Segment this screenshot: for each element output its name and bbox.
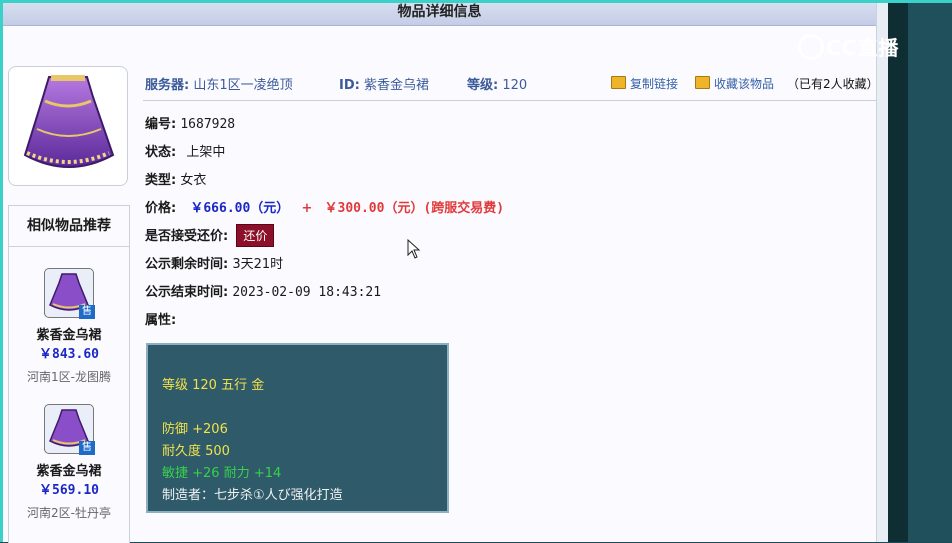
level-value: 120 (502, 78, 528, 93)
sale-badge: 售 (79, 305, 95, 319)
favorite-count: （已有2人收藏） (787, 77, 879, 91)
stream-watermark: CC直播 (798, 32, 928, 66)
side-panel-dark (888, 3, 908, 542)
list-item[interactable]: 售 紫香金乌裙 ￥569.10 河南2区-牡丹亭 (9, 404, 129, 521)
rec-item-price: ￥843.60 (39, 347, 99, 362)
level-label: 等级: (467, 78, 499, 93)
page-title: 物品详细信息 (3, 3, 876, 26)
watermark-text: CC直播 (826, 36, 900, 60)
id-info: ID: 紫香金乌裙 (339, 74, 429, 93)
similar-items-sidebar: 相似物品推荐 售 紫香金乌裙 ￥843.60 河南1区-龙图腾 售 紫香金乌裙 … (8, 205, 130, 543)
bargain-label: 是否接受还价: (145, 229, 229, 244)
end-time-row: 公示结束时间: 2023-02-09 18:43:21 (145, 281, 381, 300)
attr-durability: 耐久度 500 (162, 444, 230, 459)
price-plus: + (301, 201, 313, 216)
skirt-thumbnail-icon: 售 (44, 404, 95, 455)
skirt-thumbnail-icon: 售 (44, 268, 95, 319)
attr-level-element: 等级 120 五行 金 (162, 378, 265, 393)
screen: 物品详细信息 服务器: 山东1区一凌绝顶 ID: 紫香金乌裙 等级: 120 复… (0, 0, 952, 543)
price-row: 价格: ￥666.00（元） + ￥300.00（元）(跨服交易费) (145, 197, 504, 216)
rec-item-price: ￥569.10 (39, 483, 99, 498)
price-label: 价格: (145, 201, 177, 216)
price-main: ￥666.00（元） (190, 201, 290, 216)
id-value: 紫香金乌裙 (363, 78, 429, 93)
attribute-box: 等级 120 五行 金 防御 +206 耐久度 500 敏捷 +26 耐力 +1… (146, 343, 449, 513)
rec-item-server: 河南2区-牡丹亭 (27, 506, 111, 520)
bargain-row: 是否接受还价: 还价 (145, 224, 275, 247)
end-time-value: 2023-02-09 18:43:21 (232, 285, 382, 300)
status-label: 状态: (145, 145, 177, 160)
attr-row: 属性: (145, 309, 176, 328)
cc-logo-icon (798, 34, 824, 60)
attr-maker: 制造者：七步杀①人び强化打造 (162, 488, 343, 503)
price-fee: ￥300.00（元）(跨服交易费) (324, 201, 505, 216)
remaining-row: 公示剩余时间: 3天21时 (145, 253, 283, 272)
sidebar-title: 相似物品推荐 (9, 206, 129, 247)
id-label: ID: (339, 78, 360, 93)
type-value: 女衣 (180, 173, 207, 188)
attr-defense: 防御 +206 (162, 422, 228, 437)
server-value: 山东1区一凌绝顶 (193, 78, 293, 93)
rec-item-server: 河南1区-龙图腾 (27, 370, 111, 384)
item-detail-page: 物品详细信息 服务器: 山东1区一凌绝顶 ID: 紫香金乌裙 等级: 120 复… (3, 3, 879, 543)
favorite-icon (695, 76, 710, 89)
number-row: 编号: 1687928 (145, 113, 235, 132)
copy-link-icon (611, 76, 626, 89)
server-label: 服务器: (145, 78, 190, 93)
status-row: 状态: 上架中 (145, 141, 225, 160)
skirt-icon (23, 75, 115, 168)
sale-badge: 售 (79, 441, 95, 455)
copy-link-button[interactable]: 复制链接 (611, 75, 678, 92)
rec-item-name: 紫香金乌裙 (36, 328, 102, 343)
number-label: 编号: (145, 117, 177, 132)
item-image (8, 66, 128, 186)
bargain-button[interactable]: 还价 (236, 224, 275, 247)
type-label: 类型: (145, 173, 177, 188)
favorite-button[interactable]: 收藏该物品 (695, 75, 774, 92)
item-info-bar: 服务器: 山东1区一凌绝顶 ID: 紫香金乌裙 等级: 120 复制链接 收藏该… (143, 67, 879, 101)
end-time-label: 公示结束时间: (145, 285, 229, 300)
remaining-value: 3天21时 (232, 257, 284, 272)
number-value: 1687928 (180, 117, 236, 132)
mouse-cursor-icon (407, 239, 421, 259)
status-value: 上架中 (186, 145, 226, 160)
list-item[interactable]: 售 紫香金乌裙 ￥843.60 河南1区-龙图腾 (9, 268, 129, 385)
level-info: 等级: 120 (467, 74, 527, 93)
attr-label: 属性: (145, 313, 177, 328)
favorite-label: 收藏该物品 (714, 77, 775, 91)
attr-bonus: 敏捷 +26 耐力 +14 (162, 466, 282, 481)
remaining-label: 公示剩余时间: (145, 257, 229, 272)
copy-link-label: 复制链接 (630, 77, 679, 91)
side-panel-teal (908, 3, 952, 542)
server-info: 服务器: 山东1区一凌绝顶 (145, 74, 293, 93)
type-row: 类型: 女衣 (145, 169, 206, 188)
rec-item-name: 紫香金乌裙 (36, 464, 102, 479)
